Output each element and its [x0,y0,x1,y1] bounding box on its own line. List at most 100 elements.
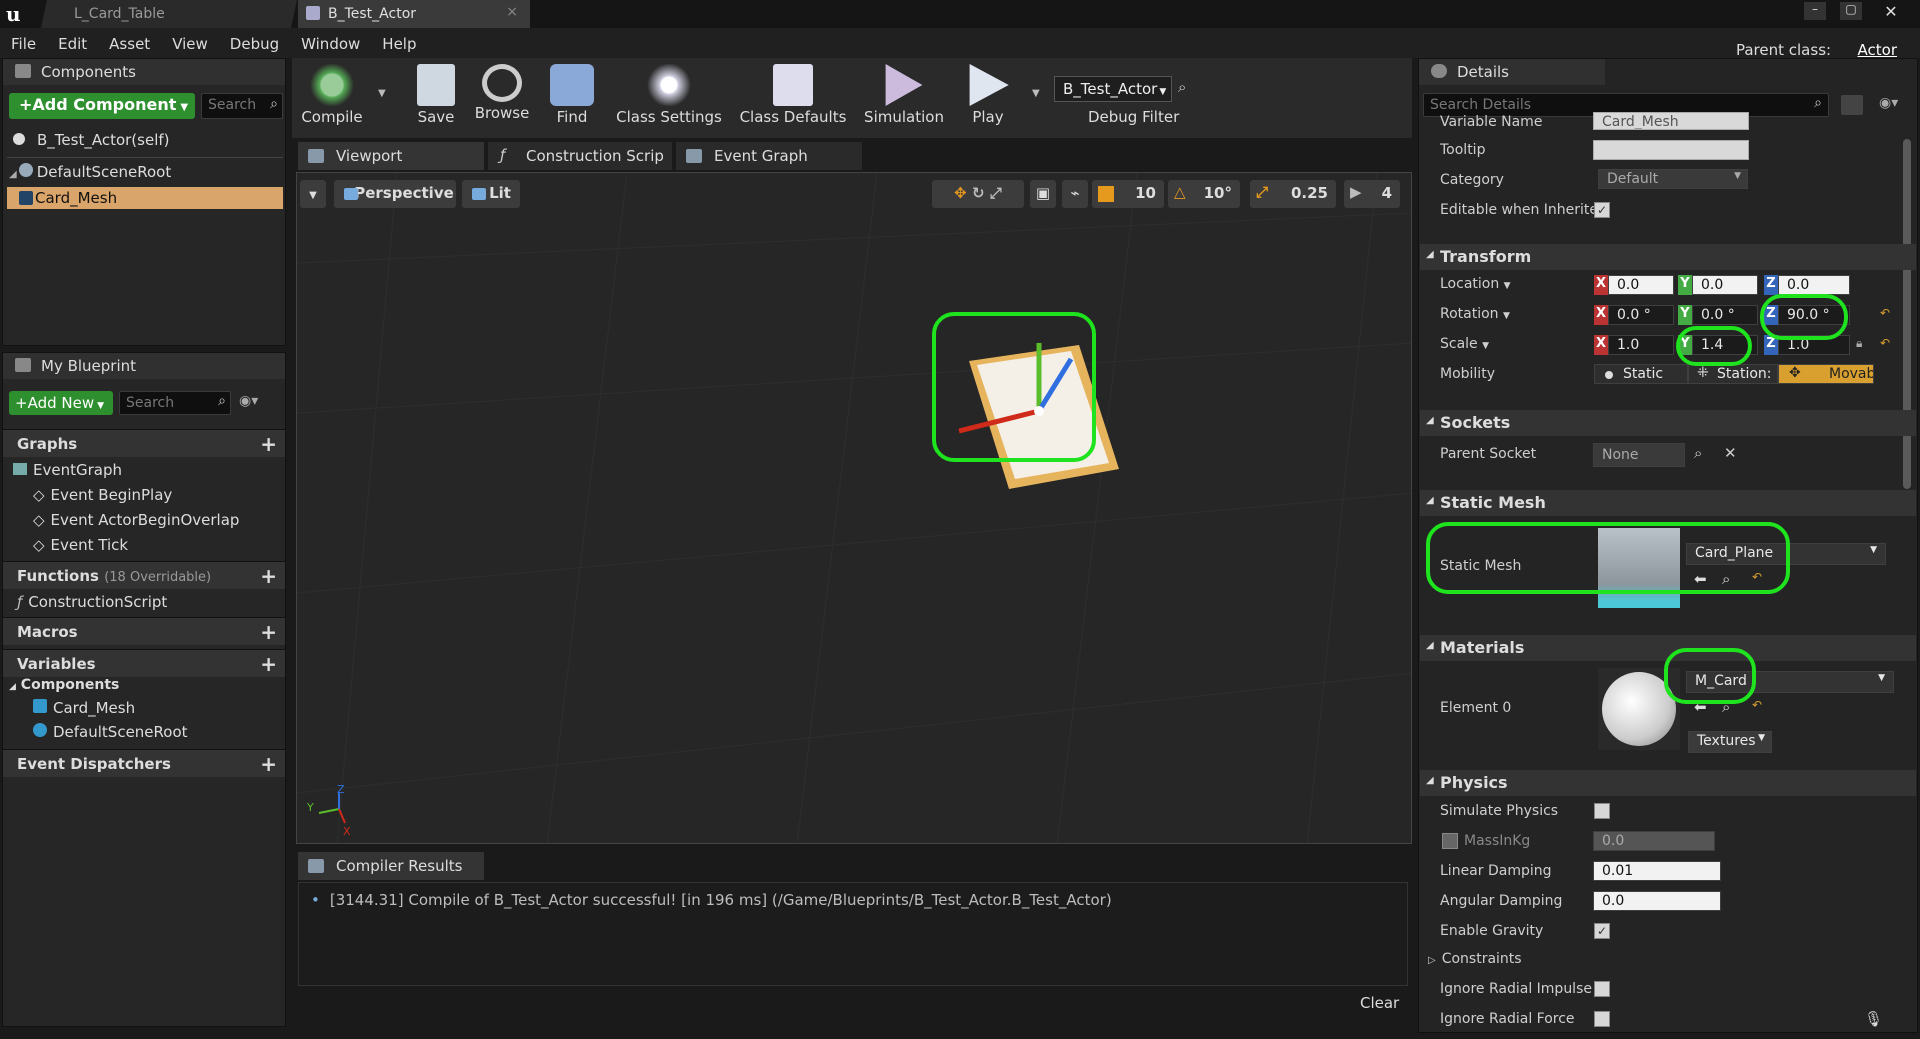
mass-override-checkbox[interactable] [1442,833,1458,849]
add-dispatcher-icon[interactable]: + [260,752,277,776]
simulation-button[interactable]: Simulation [858,62,950,134]
find-button[interactable]: Find [532,62,612,134]
compiler-message[interactable]: • [3144.31] Compile of B_Test_Actor succe… [311,891,1112,909]
var-default-scene-root[interactable]: DefaultSceneRoot [33,723,188,741]
clear-button[interactable]: Clear [1360,994,1399,1012]
rotation-x-field[interactable]: 0.0 ° [1608,305,1674,325]
scale-icon[interactable]: ⤢ [990,184,1002,202]
compile-button[interactable]: Compile [292,62,372,134]
class-defaults-button[interactable]: Class Defaults [736,62,850,134]
rotation-snap[interactable]: △ 10° [1168,180,1240,208]
reset-rotation-icon[interactable]: ↶ [1880,306,1890,320]
tooltip-field[interactable] [1593,140,1749,160]
physics-section[interactable]: ◢ Physics [1420,770,1916,796]
scale-snap[interactable]: ⤢ 0.25 [1250,180,1336,208]
lock-icon[interactable]: 🔒︎ [1856,336,1862,351]
close-button[interactable]: ✕ [1876,2,1906,21]
maximize-button[interactable]: ▢ [1840,2,1862,20]
static-mesh-section[interactable]: ◢ Static Mesh [1420,490,1916,516]
simulate-physics-checkbox[interactable] [1594,803,1610,819]
graphs-section[interactable]: Graphs + [3,429,285,457]
class-settings-button[interactable]: Class Settings [612,62,726,134]
my-blueprint-search[interactable]: Search ⌕ [119,391,231,415]
lit-button[interactable]: Lit [462,180,520,208]
add-new-button[interactable]: +Add New ▼ [9,391,113,415]
tree-card-mesh[interactable]: Card_Mesh [7,187,283,209]
menu-edit[interactable]: Edit [47,28,98,60]
add-function-icon[interactable]: + [260,564,277,588]
category-select[interactable]: Default ▼ [1598,169,1748,189]
construction-script-item[interactable]: ƒ ConstructionScript [17,593,167,611]
add-component-button[interactable]: +Add Component ▼ [9,93,195,119]
rotation-label[interactable]: Rotation ▼ [1440,306,1510,322]
eye-icon[interactable]: ◉▾ [1879,95,1898,111]
location-label[interactable]: Location ▼ [1440,276,1511,292]
search-icon[interactable]: ⌕ [1694,444,1702,462]
enable-gravity-checkbox[interactable]: ✓ [1594,923,1610,939]
play-button[interactable]: Play [948,62,1028,134]
variable-name-field[interactable]: Card_Mesh [1593,112,1749,130]
microphone-icon[interactable]: 🎙︎ [1864,1010,1883,1028]
close-tab-icon[interactable]: × [506,4,518,20]
mass-field[interactable]: 0.0 [1593,831,1715,851]
tab-compiler-results[interactable]: Compiler Results [298,852,484,880]
var-components-category[interactable]: ◢ Components [9,677,119,693]
variables-section[interactable]: Variables + [3,649,285,677]
mobility-static[interactable]: Static [1594,364,1688,384]
play-options-dropdown[interactable]: ▼ [1032,88,1040,99]
event-graph-item[interactable]: EventGraph [13,461,122,479]
transform-section[interactable]: ◢ Transform [1420,244,1916,270]
reset-scale-icon[interactable]: ↶ [1880,336,1890,350]
translate-icon[interactable]: ✥ [954,184,967,202]
transform-tools[interactable]: ✥ ↻ ⤢ [932,180,1024,208]
event-beginplay-item[interactable]: ◇ Event BeginPlay [33,486,172,504]
add-macro-icon[interactable]: + [260,620,277,644]
tab-event-graph[interactable]: Event Graph [676,142,862,170]
linear-damping-field[interactable]: 0.01 [1593,861,1721,881]
event-tick-item[interactable]: ◇ Event Tick [33,536,128,554]
menu-window[interactable]: Window [290,28,371,60]
details-scrollbar[interactable] [1903,139,1911,489]
macros-section[interactable]: Macros + [3,617,285,645]
add-variable-icon[interactable]: + [260,652,277,676]
menu-file[interactable]: File [0,28,47,60]
property-matrix-icon[interactable] [1841,95,1863,115]
angular-damping-field[interactable]: 0.0 [1593,891,1721,911]
menu-view[interactable]: View [161,28,219,60]
surface-snap-toggle[interactable]: ⌁ [1062,180,1088,208]
tab-l-card-table[interactable]: L_Card_Table [41,0,297,28]
ignore-radial-impulse-checkbox[interactable] [1594,981,1610,997]
editable-when-inherited-checkbox[interactable]: ✓ [1594,202,1610,218]
textures-dropdown[interactable]: Textures ▼ [1688,731,1772,753]
debug-search-icon[interactable]: ⌕ [1178,78,1186,96]
location-y-field[interactable]: 0.0 [1692,275,1758,295]
mobility-movable[interactable]: ✥Movabl [1778,364,1874,384]
browse-button[interactable]: Browse [462,62,542,134]
constraints-label[interactable]: ▷ Constraints [1428,951,1522,967]
camera-speed[interactable]: ▶ 4 [1344,180,1400,208]
viewport-options-button[interactable]: ▼ [300,180,326,208]
sockets-section[interactable]: ◢ Sockets [1420,410,1916,436]
rotation-y-field[interactable]: 0.0 ° [1692,305,1758,325]
clear-socket-icon[interactable]: ✕ [1724,444,1737,462]
location-x-field[interactable]: 0.0 [1608,275,1674,295]
functions-section[interactable]: Functions (18 Overridable) + [3,561,285,589]
add-graph-icon[interactable]: + [260,432,277,456]
compile-options-dropdown[interactable]: ▼ [378,88,386,99]
scale-x-field[interactable]: 1.0 [1608,335,1674,355]
scale-label[interactable]: Scale ▼ [1440,336,1489,352]
rotate-icon[interactable]: ↻ [972,184,985,202]
eye-icon[interactable]: ◉▾ [239,393,258,409]
menu-debug[interactable]: Debug [219,28,290,60]
parent-socket-field[interactable]: None [1593,443,1685,467]
reset-material-icon[interactable]: ↶ [1752,698,1762,712]
menu-help[interactable]: Help [371,28,427,60]
tab-viewport[interactable]: Viewport [298,142,484,170]
tree-default-scene-root[interactable]: ◢ DefaultSceneRoot [9,163,171,181]
grid-snap[interactable]: 10 [1092,180,1164,208]
location-z-field[interactable]: 0.0 [1778,275,1850,295]
event-dispatchers-section[interactable]: Event Dispatchers + [3,749,285,777]
self-item[interactable]: B_Test_Actor(self) [13,131,170,149]
var-card-mesh[interactable]: Card_Mesh [33,699,135,717]
ignore-radial-force-checkbox[interactable] [1594,1011,1610,1027]
